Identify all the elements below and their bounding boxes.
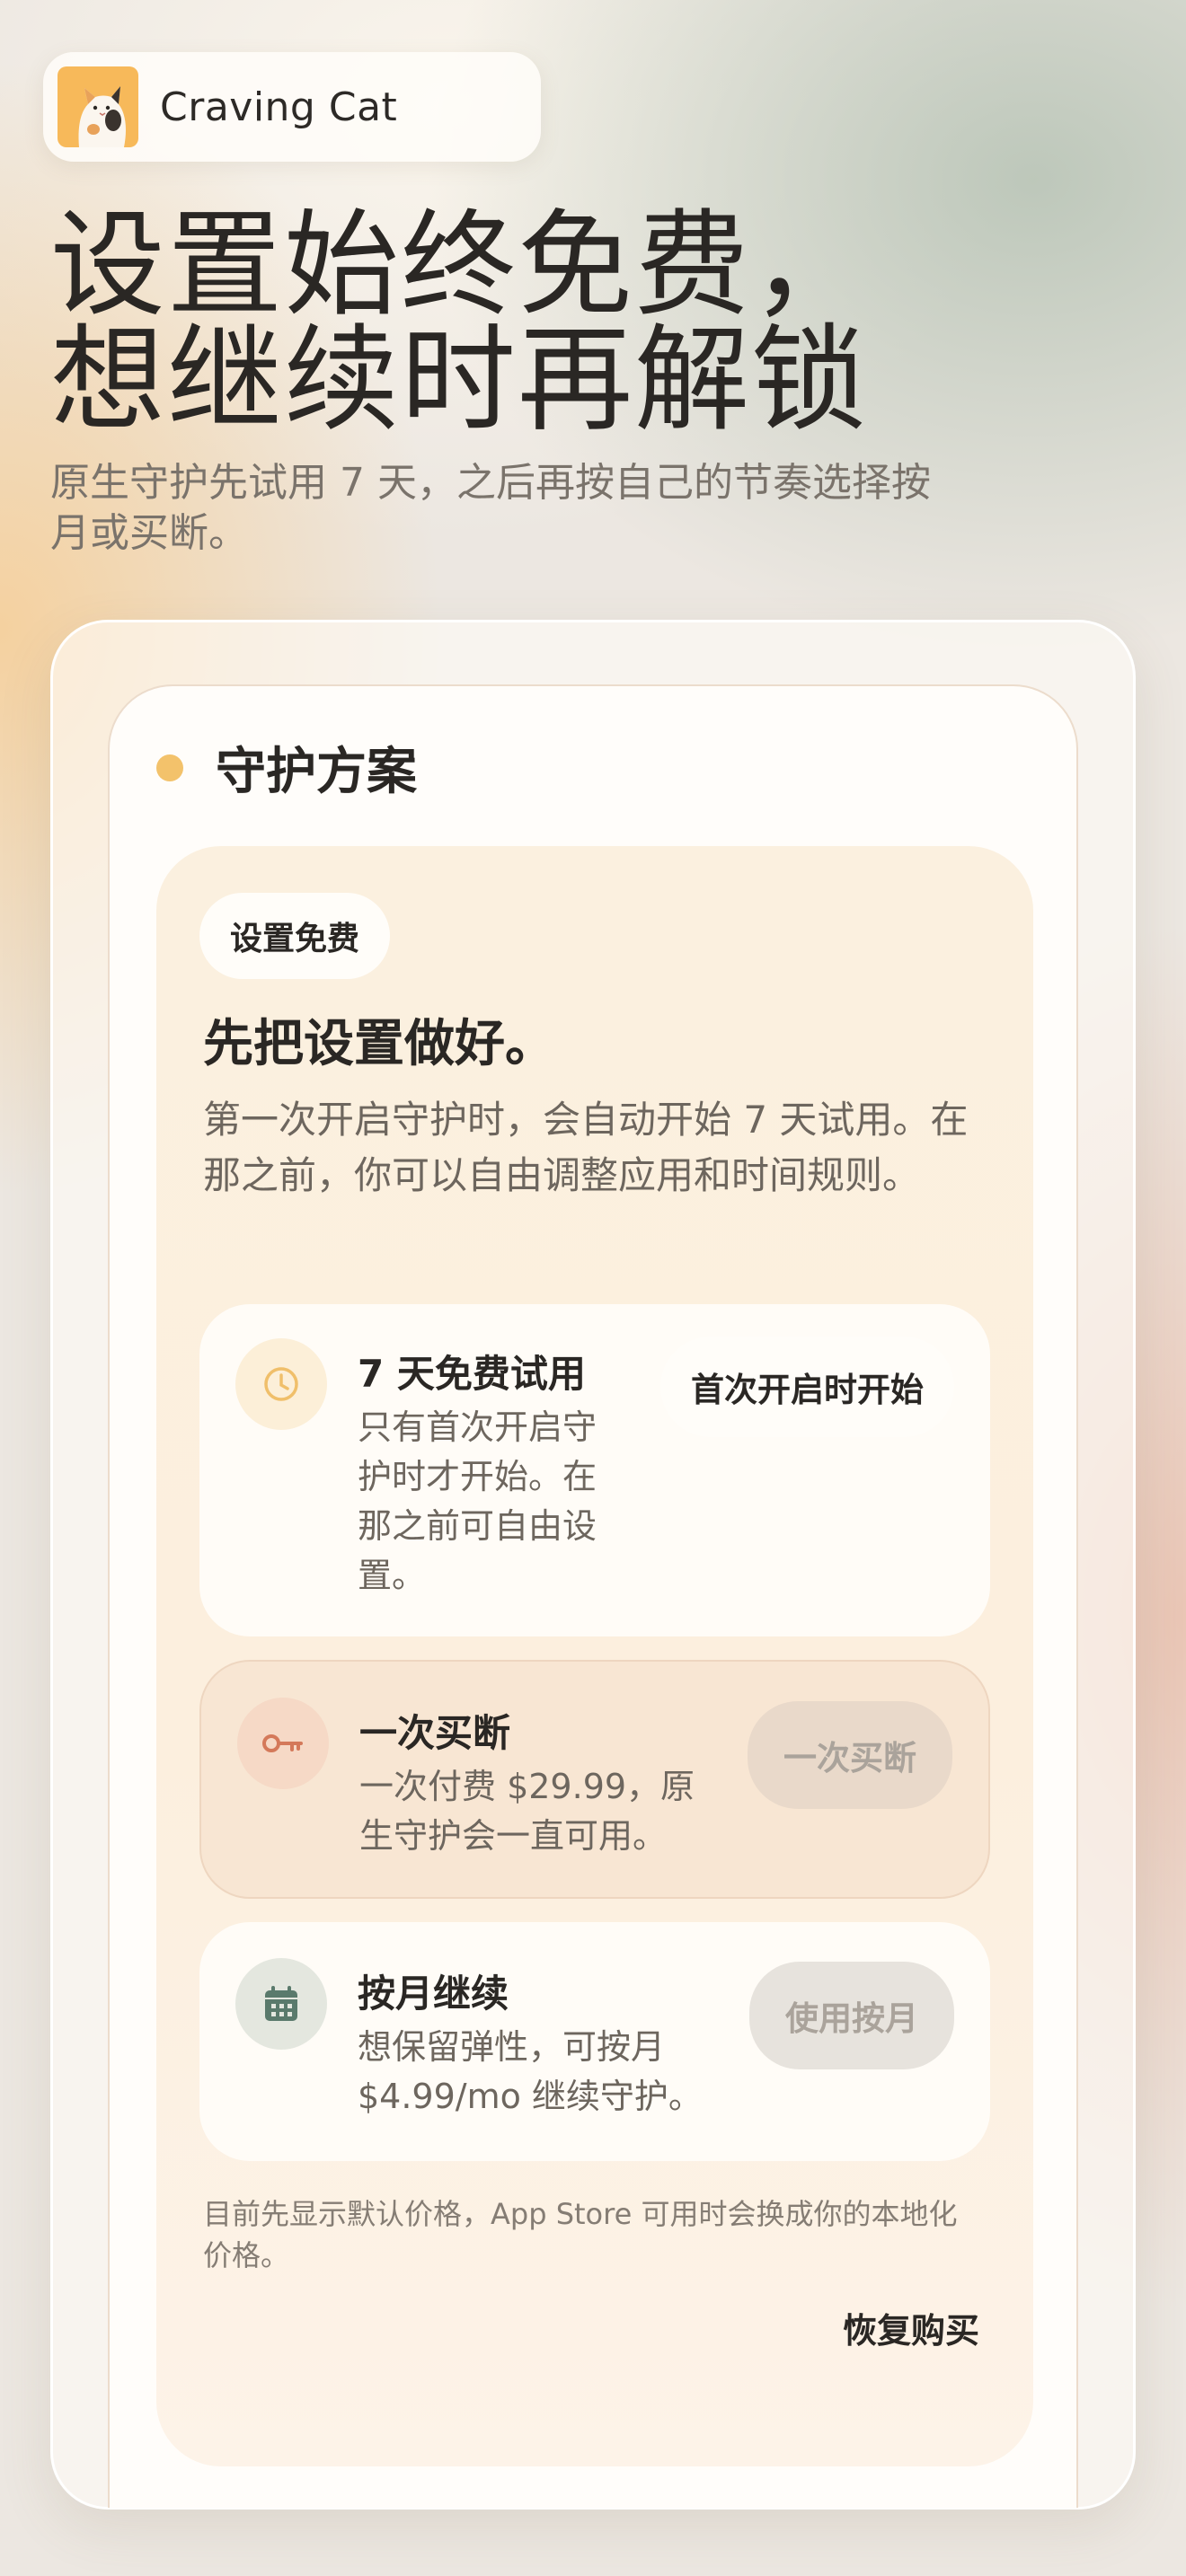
sheet-heading: 先把设置做好。 bbox=[203, 1015, 555, 1073]
status-dot-icon bbox=[156, 754, 183, 781]
calico-cat-logo bbox=[58, 66, 138, 147]
brand-name: Craving Cat bbox=[160, 84, 398, 130]
hero-title-line-1: 设置始终免费， bbox=[50, 198, 869, 332]
clock-icon bbox=[235, 1338, 327, 1430]
trial-start-badge: 首次开启时开始 bbox=[660, 1337, 954, 1437]
sheet-description: 第一次开启守护时，会自动开始 7 天试用。在那之前，你可以自由调整应用和时间规则… bbox=[203, 1098, 969, 1197]
buy-lifetime-button[interactable]: 一次买断 bbox=[748, 1701, 952, 1809]
panel-header: 守护方案 bbox=[156, 731, 417, 804]
hero-subtitle: 原生守护先试用 7 天，之后再按自己的节奏选择按月或买断。 bbox=[50, 460, 931, 556]
trial-title: 7 天免费试用 bbox=[358, 1352, 586, 1396]
lifetime-option-card[interactable]: 一次买断 一次付费 $29.99，原生守护会一直可用。 一次买断 bbox=[199, 1660, 990, 1899]
trial-option-card: 7 天免费试用 只有首次开启守护时才开始。在那之前可自由设置。 首次开启时开始 bbox=[199, 1304, 990, 1636]
lifetime-title: 一次买断 bbox=[359, 1711, 511, 1755]
hero-title: 设置始终免费， 想继续时再解锁 bbox=[50, 208, 868, 438]
pricing-note: 目前先显示默认价格，App Store 可用时会换成你的本地化价格。 bbox=[203, 2197, 958, 2272]
calendar-icon bbox=[235, 1958, 327, 2050]
lifetime-description: 一次付费 $29.99，原生守护会一直可用。 bbox=[359, 1767, 695, 1856]
brand-chip: Craving Cat bbox=[43, 52, 541, 162]
use-monthly-button[interactable]: 使用按月 bbox=[749, 1962, 954, 2069]
monthly-description: 想保留弹性，可按月 $4.99/mo 继续守护。 bbox=[358, 2027, 703, 2116]
key-icon bbox=[237, 1698, 329, 1789]
restore-purchase-link[interactable]: 恢复购买 bbox=[843, 2303, 979, 2352]
hero-title-line-2: 想继续时再解锁 bbox=[50, 313, 869, 447]
panel-title: 守护方案 bbox=[216, 743, 417, 801]
plan-sheet: 设置免费 先把设置做好。 第一次开启守护时，会自动开始 7 天试用。在那之前，你… bbox=[156, 846, 1033, 2466]
monthly-option-card[interactable]: 按月继续 想保留弹性，可按月 $4.99/mo 继续守护。 使用按月 bbox=[199, 1922, 990, 2161]
free-setup-tag: 设置免费 bbox=[199, 893, 391, 979]
trial-description: 只有首次开启守护时才开始。在那之前可自由设置。 bbox=[358, 1407, 597, 1595]
protection-plan-panel: 守护方案 设置免费 先把设置做好。 第一次开启守护时，会自动开始 7 天试用。在… bbox=[108, 684, 1078, 2508]
monthly-title: 按月继续 bbox=[358, 1972, 509, 2016]
